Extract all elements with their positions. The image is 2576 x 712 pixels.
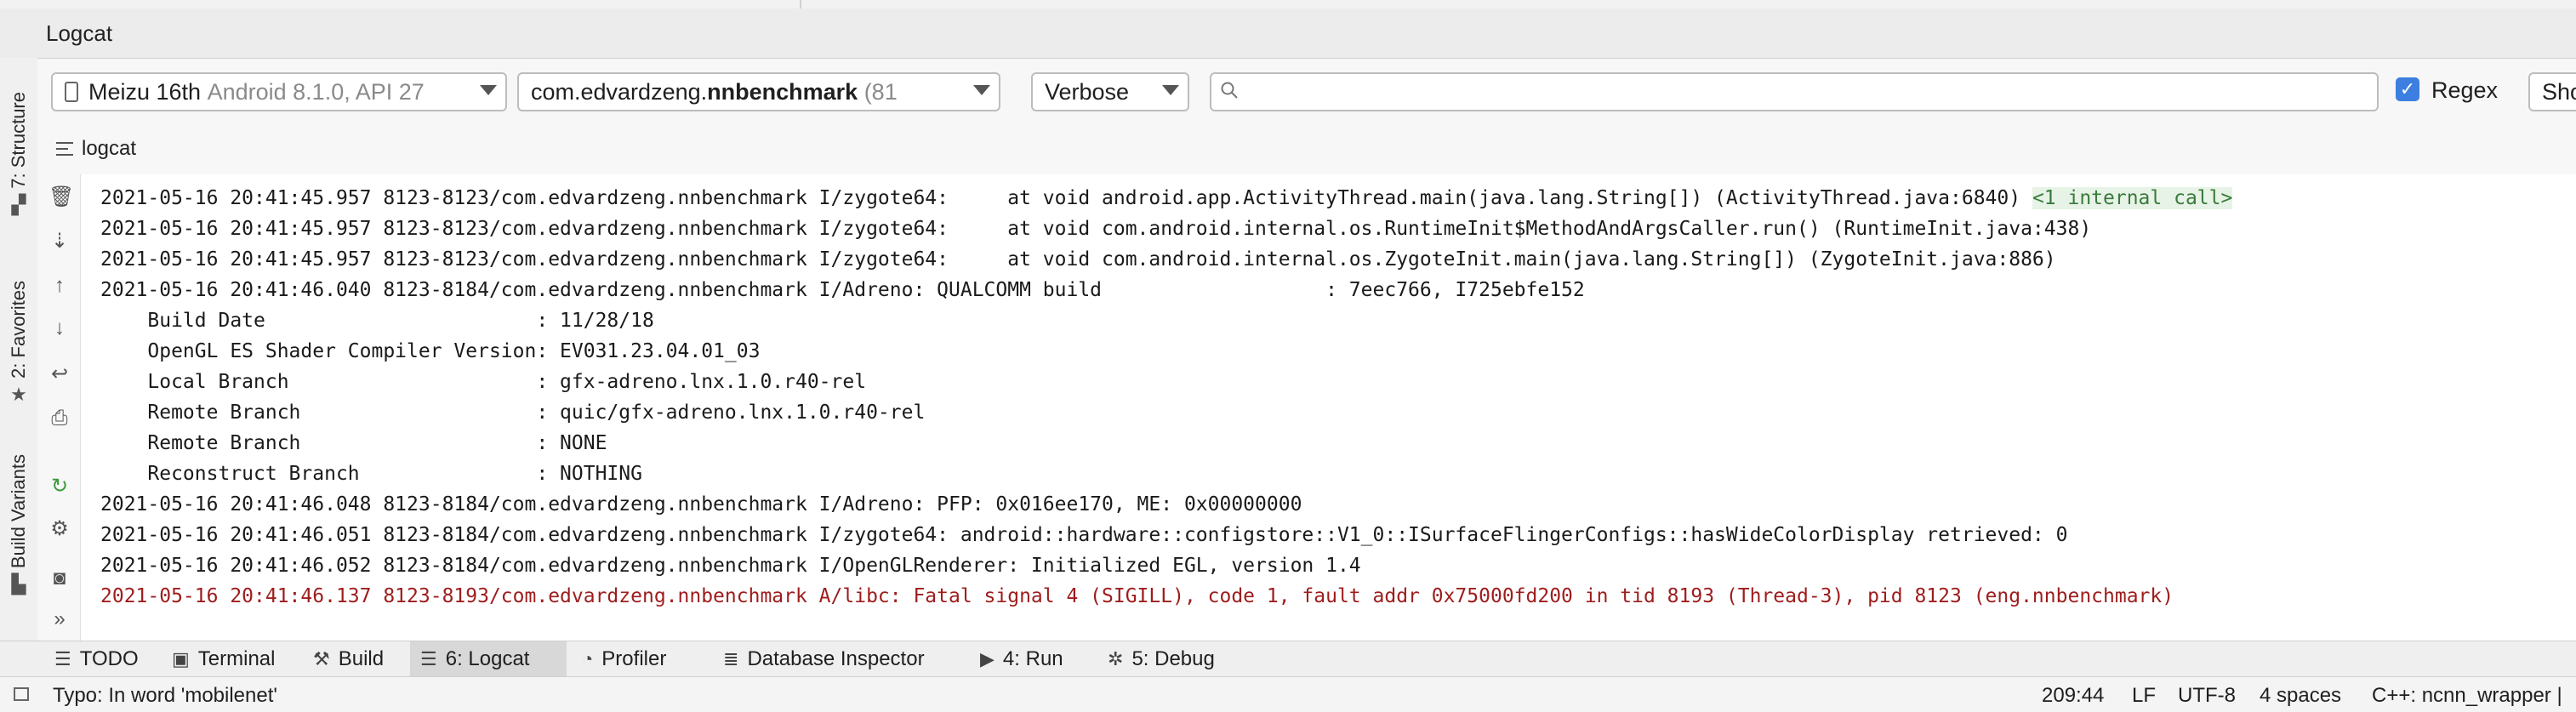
- tab-logcat-label: logcat: [82, 137, 137, 160]
- tab-database-inspector[interactable]: ≣ Database Inspector: [713, 641, 935, 677]
- tab-todo[interactable]: ☰ TODO: [44, 641, 149, 677]
- logcat-toolbar: Meizu 16th Android 8.1.0, API 27 com.edv…: [37, 59, 2576, 127]
- log-line: Local Branch : gfx-adreno.lnx.1.0.r40-re…: [100, 371, 867, 393]
- bottom-tool-tabs: ☰ TODO ▣ Terminal ⚒ Build ☰ 6: Logcat ◔ Profi…: [0, 641, 2576, 677]
- tool-window-title: Logcat: [46, 20, 113, 46]
- sidebar-tab-label: 7: Structure: [8, 92, 29, 189]
- tool-window-header: Logcat: [0, 9, 2576, 59]
- log-line: 2021-05-16 20:41:45.957 8123-8123/com.ed…: [100, 248, 2056, 271]
- hammer-icon: ⚒: [313, 648, 330, 669]
- sidebar-tab-label: 2: Favorites: [8, 281, 29, 379]
- search-icon: [1221, 82, 1238, 99]
- left-tool-stripe: 7: Structure ▞ 2: Favorites ★ Build Vari…: [0, 58, 38, 660]
- structure-icon: ▞: [11, 193, 26, 215]
- sidebar-tab-label: Build Variants: [8, 454, 29, 569]
- log-line: Build Date : 11/28/18: [100, 310, 654, 332]
- caret-position[interactable]: 209:44: [2042, 684, 2104, 708]
- log-line-fatal: 2021-05-16 20:41:46.137 8123-8193/com.ed…: [100, 585, 2174, 607]
- process-detail: (81: [863, 78, 898, 105]
- log-level-selector[interactable]: Verbose: [1031, 72, 1189, 111]
- restart-icon[interactable]: ↻: [48, 476, 71, 498]
- phone-icon: [65, 82, 78, 102]
- terminal-icon: ▣: [172, 648, 190, 669]
- internal-call-badge[interactable]: <1 internal call>: [2032, 187, 2233, 209]
- chevron-down-icon: [480, 85, 497, 95]
- tool-windows-toggle-icon[interactable]: [14, 687, 29, 701]
- logcat-icon: [56, 142, 73, 156]
- logcat-subtab-bar: logcat: [37, 127, 2576, 175]
- log-line: 2021-05-16 20:41:45.957 8123-8123/com.ed…: [100, 218, 2092, 240]
- build-variants-icon: ▙: [11, 573, 26, 595]
- regex-label: Regex: [2431, 77, 2499, 103]
- search-input[interactable]: [1254, 77, 2363, 108]
- log-line: 2021-05-16 20:41:46.040 8123-8184/com.ed…: [100, 279, 1585, 301]
- tab-logcat[interactable]: logcat: [56, 137, 136, 161]
- gear-icon[interactable]: ⚙: [48, 518, 71, 540]
- tab-build[interactable]: ⚒ Build: [303, 641, 394, 677]
- soft-wrap-icon[interactable]: ↩: [48, 363, 71, 385]
- line-ending[interactable]: LF: [2132, 684, 2156, 708]
- sidebar-tab-structure[interactable]: 7: Structure ▞: [0, 92, 37, 216]
- camera-icon[interactable]: ◙: [48, 567, 71, 590]
- logcat-icon: ☰: [420, 648, 437, 669]
- gauge-icon: ◔: [582, 648, 594, 669]
- log-line: 2021-05-16 20:41:46.048 8123-8184/com.ed…: [100, 493, 1302, 515]
- log-line: 2021-05-16 20:41:46.052 8123-8184/com.ed…: [100, 555, 1361, 577]
- tab-profiler[interactable]: ◔ Profiler: [572, 641, 676, 677]
- log-line: 2021-05-16 20:41:45.957 8123-8123/com.ed…: [100, 187, 2233, 209]
- log-line: Remote Branch : quic/gfx-adreno.lnx.1.0.…: [100, 402, 926, 424]
- indent-setting[interactable]: 4 spaces: [2260, 684, 2341, 708]
- sidebar-tab-favorites[interactable]: 2: Favorites ★: [0, 281, 37, 406]
- log-output[interactable]: 2021-05-16 20:41:45.957 8123-8123/com.ed…: [82, 174, 2576, 641]
- regex-checkbox[interactable]: ✓: [2396, 77, 2419, 101]
- logcat-action-gutter: 🗑 ⇣ ↑ ↓ ↩ ⎙ ↻ ⚙ ◙ »: [37, 174, 81, 641]
- device-name: Meizu 16th: [88, 78, 202, 105]
- log-search-box[interactable]: [1210, 72, 2379, 111]
- process-selector[interactable]: com.edvardzeng. nnbenchmark (81: [517, 72, 1000, 111]
- device-detail: Android 8.1.0, API 27: [207, 78, 425, 105]
- language-context[interactable]: C++: ncnn_wrapper |: [2372, 684, 2562, 708]
- tab-debug[interactable]: ✲ 5: Debug: [1097, 641, 1225, 677]
- show-filter-dropdown[interactable]: Show: [2528, 72, 2576, 111]
- tab-run[interactable]: ▶ 4: Run: [970, 641, 1074, 677]
- tab-logcat-bottom[interactable]: ☰ 6: Logcat: [410, 641, 567, 677]
- play-icon: ▶: [980, 648, 994, 669]
- tab-terminal[interactable]: ▣ Terminal: [162, 641, 286, 677]
- splitter: [800, 0, 801, 9]
- device-selector[interactable]: Meizu 16th Android 8.1.0, API 27: [51, 72, 507, 111]
- scroll-to-end-icon[interactable]: ⇣: [48, 231, 71, 253]
- process-prefix: com.edvardzeng.: [531, 78, 708, 105]
- log-line: OpenGL ES Shader Compiler Version: EV031…: [100, 340, 761, 362]
- file-encoding[interactable]: UTF-8: [2178, 684, 2236, 708]
- status-bar: Typo: In word 'mobilenet' 209:44 LF UTF-…: [0, 676, 2576, 712]
- chevron-down-icon: [973, 85, 990, 95]
- arrow-up-icon[interactable]: ↑: [48, 275, 71, 297]
- arrow-down-icon[interactable]: ↓: [48, 317, 71, 339]
- star-icon: ★: [10, 383, 27, 405]
- sidebar-tab-build-variants[interactable]: Build Variants ▙: [0, 454, 37, 595]
- status-message[interactable]: Typo: In word 'mobilenet': [53, 684, 277, 708]
- log-line: Reconstruct Branch : NOTHING: [100, 463, 642, 485]
- chevron-down-icon: [1162, 85, 1179, 95]
- clear-logcat-icon[interactable]: 🗑: [48, 186, 74, 208]
- log-line: Remote Branch : NONE: [100, 432, 607, 454]
- list-icon: ☰: [54, 648, 71, 669]
- process-name-bold: nnbenchmark: [707, 78, 858, 105]
- log-line: 2021-05-16 20:41:46.051 8123-8184/com.ed…: [100, 524, 2068, 546]
- more-icon[interactable]: »: [48, 608, 71, 630]
- log-level-value: Verbose: [1045, 78, 1130, 105]
- database-icon: ≣: [723, 648, 739, 669]
- bug-icon: ✲: [1108, 648, 1124, 669]
- print-icon[interactable]: ⎙: [48, 407, 71, 430]
